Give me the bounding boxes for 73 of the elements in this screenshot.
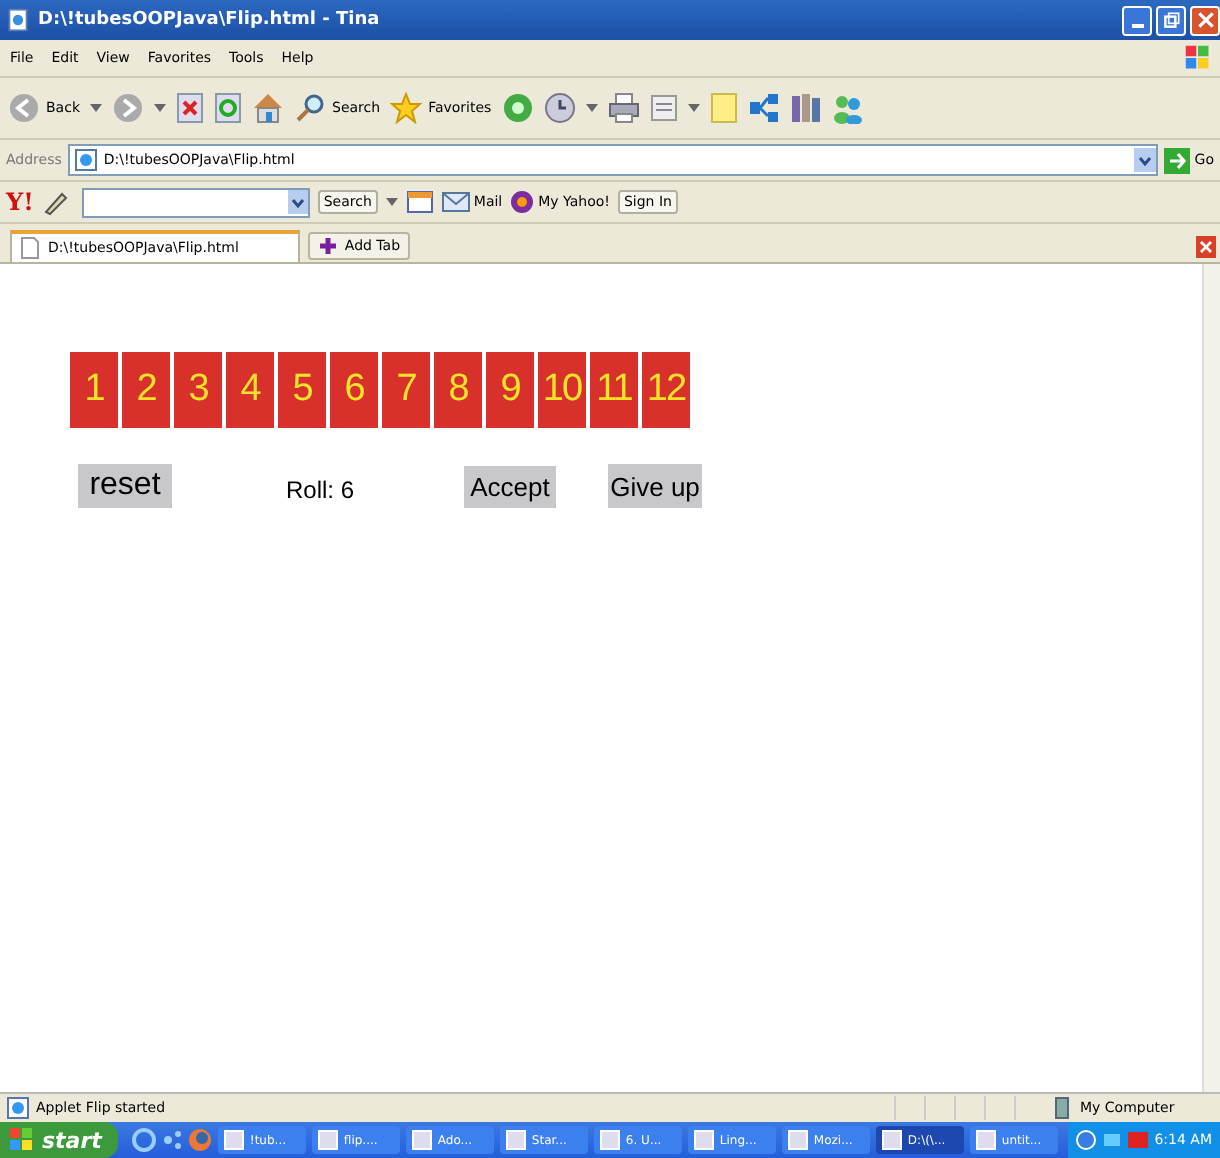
stop-icon[interactable] (176, 92, 204, 124)
accept-button[interactable]: Accept (464, 465, 557, 507)
number-tile[interactable]: 7 (382, 352, 430, 428)
caret-icon[interactable] (90, 102, 102, 114)
page-icon (6, 8, 30, 32)
window-icon (881, 1130, 902, 1150)
window-title: D:\!tubesOOPJava\Flip.html - Tina (38, 10, 380, 30)
search-field[interactable] (81, 187, 310, 217)
dropdown-icon[interactable] (287, 189, 308, 213)
forward-icon[interactable] (112, 92, 144, 124)
home-icon[interactable] (252, 92, 284, 124)
yahoo-logo[interactable]: Y! (6, 188, 34, 216)
network-icon[interactable] (161, 1128, 182, 1152)
window-icon (693, 1130, 714, 1150)
restore-icon (1161, 10, 1181, 30)
fox-icon[interactable] (187, 1128, 212, 1152)
number-tile[interactable]: 9 (486, 352, 534, 428)
computer-icon (1050, 1096, 1074, 1120)
window-icon (505, 1130, 526, 1150)
arrow-icon (1164, 147, 1191, 173)
number-tile[interactable]: 8 (434, 352, 482, 428)
history-icon[interactable] (543, 92, 576, 124)
number-tile[interactable]: 12 (642, 352, 690, 428)
search-icon (294, 92, 326, 124)
window-icon (317, 1130, 338, 1150)
tray-icon[interactable] (1076, 1130, 1097, 1150)
scrollbar[interactable] (1202, 264, 1220, 1092)
refresh-icon[interactable] (214, 92, 242, 124)
window-icon (599, 1130, 620, 1150)
minimize-button[interactable] (1122, 5, 1152, 35)
document-icon[interactable] (649, 92, 678, 124)
number-tile[interactable]: 6 (330, 352, 378, 428)
page-icon (73, 148, 98, 172)
star-icon (390, 92, 423, 124)
page-icon (6, 1096, 30, 1120)
window-icon (223, 1130, 244, 1150)
restore-button[interactable] (1156, 5, 1186, 35)
dropdown-icon[interactable] (1134, 148, 1157, 172)
page-icon (20, 236, 40, 260)
windows-logo-icon (1184, 44, 1212, 72)
toolbar-icon[interactable] (405, 190, 434, 214)
window-icon (975, 1130, 996, 1150)
number-tile[interactable]: 1 (70, 352, 118, 428)
people-icon[interactable] (831, 92, 864, 124)
number-tile[interactable]: 2 (122, 352, 170, 428)
reset-button[interactable]: reset (78, 464, 172, 508)
books-icon[interactable] (789, 92, 822, 124)
number-tile[interactable]: 10 (538, 352, 586, 428)
window-icon (411, 1130, 432, 1150)
start-button[interactable]: start (0, 1122, 118, 1158)
caret-icon[interactable] (585, 102, 598, 114)
minimize-icon (1131, 23, 1143, 27)
caret-icon[interactable] (154, 102, 166, 114)
close-button[interactable] (1190, 5, 1220, 35)
window-icon (787, 1130, 808, 1150)
windows-logo-icon (10, 1128, 34, 1152)
number-tile[interactable]: 11 (590, 352, 638, 428)
close-icon (1195, 10, 1215, 30)
plus-icon (318, 236, 339, 256)
browser-icon[interactable] (131, 1128, 156, 1152)
number-tile[interactable]: 5 (278, 352, 326, 428)
number-tile[interactable]: 3 (174, 352, 222, 428)
roll-label: Roll: 6 (286, 474, 355, 504)
number-tile[interactable]: 4 (226, 352, 274, 428)
media-icon[interactable] (501, 92, 534, 124)
envelope-icon (441, 192, 470, 212)
printer-icon[interactable] (607, 92, 640, 124)
caret-icon[interactable] (385, 196, 398, 208)
close-tab-icon[interactable] (1196, 236, 1216, 258)
give-up-button[interactable]: Give up (608, 464, 703, 508)
circle-icon (510, 190, 535, 214)
share-icon[interactable] (747, 92, 780, 124)
caret-icon[interactable] (687, 102, 700, 114)
